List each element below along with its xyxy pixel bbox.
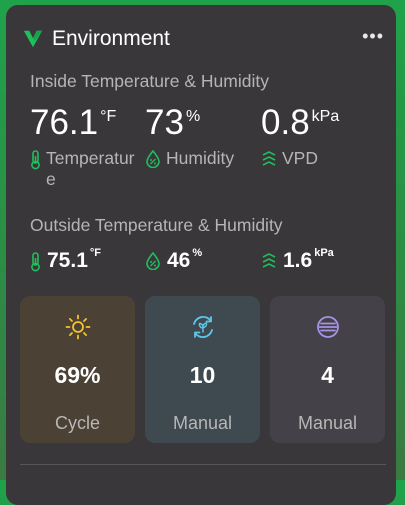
manual-tile-1-label: Manual [172,413,233,433]
outside-vpd-unit: kPa [314,247,334,259]
environment-card: Environment ••• Inside Temperature & Hum… [6,5,396,505]
inside-temperature-unit: °F [100,108,117,125]
inside-vpd-label: VPD [261,148,318,169]
inside-vpd-unit: kPa [311,108,340,125]
humidity-drop-icon [146,150,160,168]
outside-humidity-unit: % [192,247,203,259]
inside-temperature-label-text: Temperature [46,148,135,189]
inside-humidity-label: Humidity [145,148,234,169]
inside-vpd-value: 0.8 kPa [261,105,339,140]
brand-logo-icon [23,30,43,48]
inside-section-title: Inside Temperature & Humidity [30,71,269,91]
cycle-tile-label: Cycle [54,413,100,433]
refresh-leaf-icon [192,316,213,338]
cycle-tile[interactable]: 69% Cycle [20,296,135,443]
tile-icon-wrap [20,314,135,340]
cycle-tile-value: 69% [54,362,101,388]
manual-tile-2-label: Manual [297,413,358,433]
inside-temperature-value: 76.1 °F [30,105,116,140]
manual-tile-2[interactable]: 4 Manual [270,296,385,443]
outside-humidity-number: 46 [167,249,191,272]
sun-icon [65,314,90,340]
divider [20,464,386,465]
inside-vpd-number: 0.8 [261,103,310,142]
thermometer-icon [31,150,40,170]
thermometer-icon [31,252,40,272]
outside-temperature-unit: °F [89,247,101,259]
manual-tile-1[interactable]: 10 Manual [145,296,260,443]
inside-humidity-unit: % [185,108,201,125]
inside-vpd-label-text: VPD [282,148,318,168]
fan-lines-icon [316,316,339,338]
inside-humidity-label-text: Humidity [166,148,235,168]
outside-humidity-value: 46 % [145,247,203,272]
vpd-waves-icon [262,253,276,268]
manual-tile-2-value: 4 [321,362,334,388]
manual-tile-1-value: 10 [189,362,216,388]
card-header: Environment [22,27,170,51]
outside-vpd-number: 1.6 [283,249,313,272]
humidity-drop-icon [146,252,160,270]
vpd-waves-icon [262,151,276,166]
outside-temperature-value: 75.1 °F [30,247,101,272]
tile-icon-wrap [270,314,385,340]
inside-temperature-label: Temperature [30,148,148,190]
card-title: Environment [52,27,170,50]
outside-vpd-value: 1.6 kPa [261,247,334,272]
inside-humidity-number: 73 [145,103,184,142]
inside-humidity-value: 73 % [145,105,200,140]
outside-temperature-number: 75.1 [47,249,88,272]
more-options-button[interactable]: ••• [362,27,384,45]
outside-section-title: Outside Temperature & Humidity [30,215,283,235]
tile-icon-wrap [145,314,260,340]
inside-temperature-number: 76.1 [30,103,99,142]
